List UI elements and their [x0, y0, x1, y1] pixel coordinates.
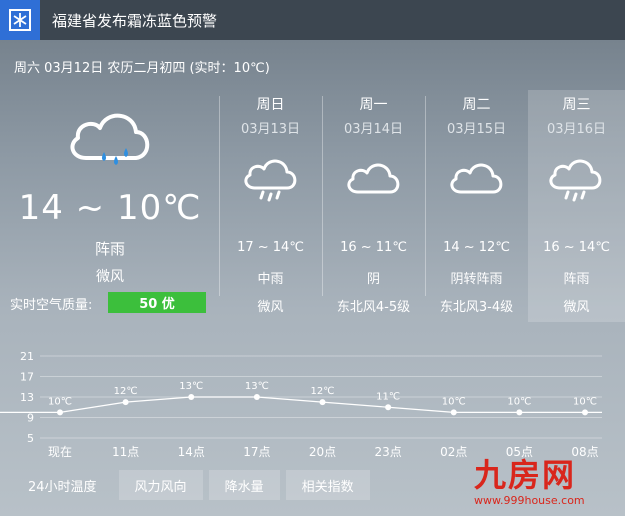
today-temperature: 14 ~ 10℃ — [18, 188, 202, 228]
forecast-day-4[interactable]: 周三 03月16日 16 ~ 14℃ 阵雨 微风 — [528, 90, 625, 322]
temperature-point — [582, 409, 588, 416]
forecast-day-3[interactable]: 周二 03月15日 14 ~ 12℃ 阴转阵雨 东北风3-4级 — [425, 90, 528, 322]
temperature-point — [253, 394, 260, 400]
tab-wind[interactable]: 风力风向 — [118, 470, 203, 500]
tab-24h-temperature[interactable]: 24小时温度 — [12, 470, 113, 500]
cloudy-icon — [344, 152, 404, 210]
temperature-point-label: 13℃ — [245, 381, 269, 392]
today-condition: 阵雨 — [94, 240, 125, 258]
warning-text[interactable]: 福建省发布霜冻蓝色预警 — [52, 10, 217, 31]
temperature-point — [122, 399, 129, 406]
forecast-condition: 阴 — [366, 272, 380, 287]
forecast-day-1[interactable]: 周日 03月13日 17 ~ 14℃ 中雨 微风 — [219, 90, 322, 322]
forecast-date: 03月13日 — [240, 122, 301, 137]
aqi-badge[interactable]: 50 优 — [108, 292, 206, 313]
forecast-day-name: 周二 — [462, 97, 491, 113]
aqi-label: 实时空气质量: — [10, 298, 93, 313]
x-tick-label: 20点 — [309, 445, 336, 459]
temperature-point-label: 10℃ — [573, 396, 597, 407]
site-watermark: 九房网 www.999house.com — [474, 450, 585, 507]
forecast-wind: 微风 — [257, 300, 284, 315]
forecast-wind: 东北风3-4级 — [439, 300, 514, 315]
x-tick-label: 11点 — [112, 445, 139, 459]
forecast-day-name: 周日 — [256, 97, 285, 113]
temperature-point — [57, 409, 63, 416]
forecast-temperature: 17 ~ 14℃ — [237, 240, 304, 255]
watermark-url: www.999house.com — [474, 494, 585, 507]
tab-precipitation[interactable]: 降水量 — [208, 470, 280, 500]
temperature-chart: 21 17 13 9 5 10℃ 现在 12℃ 11点 13℃ 14点 13℃ 17点 12℃ 20点 11℃… — [0, 350, 602, 459]
temperature-point — [516, 409, 523, 416]
y-tick-label: 9 — [27, 412, 34, 425]
x-tick-label: 14点 — [178, 445, 205, 459]
temperature-point — [319, 399, 326, 406]
chart-tabs: 24小时温度 风力风向 降水量 相关指数 — [12, 470, 376, 500]
showers-icon — [241, 152, 301, 210]
temperature-point — [385, 404, 392, 411]
forecast-date: 03月16日 — [546, 122, 607, 137]
watermark-logo: 九房网 — [474, 456, 577, 494]
forecast-condition: 中雨 — [257, 272, 284, 287]
x-tick-label: 23点 — [374, 445, 401, 459]
temperature-point-label: 10℃ — [48, 396, 72, 407]
y-tick-label: 5 — [27, 432, 34, 445]
temperature-point-label: 10℃ — [507, 396, 531, 407]
temperature-point-label: 12℃ — [311, 386, 335, 397]
forecast-temperature: 16 ~ 11℃ — [340, 240, 407, 255]
forecast-wind: 微风 — [563, 300, 590, 315]
y-tick-label: 17 — [20, 371, 34, 384]
x-tick-label: 17点 — [243, 445, 270, 459]
temperature-point — [188, 394, 195, 400]
forecast-condition: 阵雨 — [563, 272, 590, 287]
x-tick-label: 02点 — [440, 445, 467, 459]
temperature-point-label: 10℃ — [442, 396, 466, 407]
forecast-date: 03月14日 — [343, 122, 404, 137]
forecast-date: 03月15日 — [446, 122, 507, 137]
forecast-temperature: 16 ~ 14℃ — [543, 240, 610, 255]
forecast-condition: 阴转阵雨 — [450, 272, 503, 287]
showers-icon — [546, 152, 606, 210]
warning-banner[interactable]: 福建省发布霜冻蓝色预警 — [0, 0, 625, 40]
frost-warning-icon — [0, 0, 40, 40]
today-wind: 微风 — [96, 269, 124, 285]
x-tick-label: 现在 — [48, 445, 72, 459]
y-tick-label: 21 — [20, 350, 34, 363]
temperature-point — [450, 409, 457, 416]
forecast-day-name: 周一 — [359, 97, 388, 113]
temperature-point-label: 13℃ — [179, 381, 203, 392]
current-date-line: 周六 03月12日 农历二月初四 (实时：10℃) — [14, 61, 270, 76]
temperature-point-label: 12℃ — [114, 386, 138, 397]
y-tick-label: 13 — [20, 391, 34, 404]
showers-icon — [64, 100, 156, 184]
forecast-temperature: 14 ~ 12℃ — [443, 240, 510, 255]
forecast-day-name: 周三 — [562, 97, 591, 113]
temperature-point-label: 11℃ — [376, 391, 400, 402]
tab-related-index[interactable]: 相关指数 — [285, 470, 370, 500]
forecast-day-2[interactable]: 周一 03月14日 16 ~ 11℃ 阴 东北风4-5级 — [322, 90, 425, 322]
forecast-wind: 东北风4-5级 — [336, 300, 411, 315]
cloudy-icon — [447, 152, 507, 210]
